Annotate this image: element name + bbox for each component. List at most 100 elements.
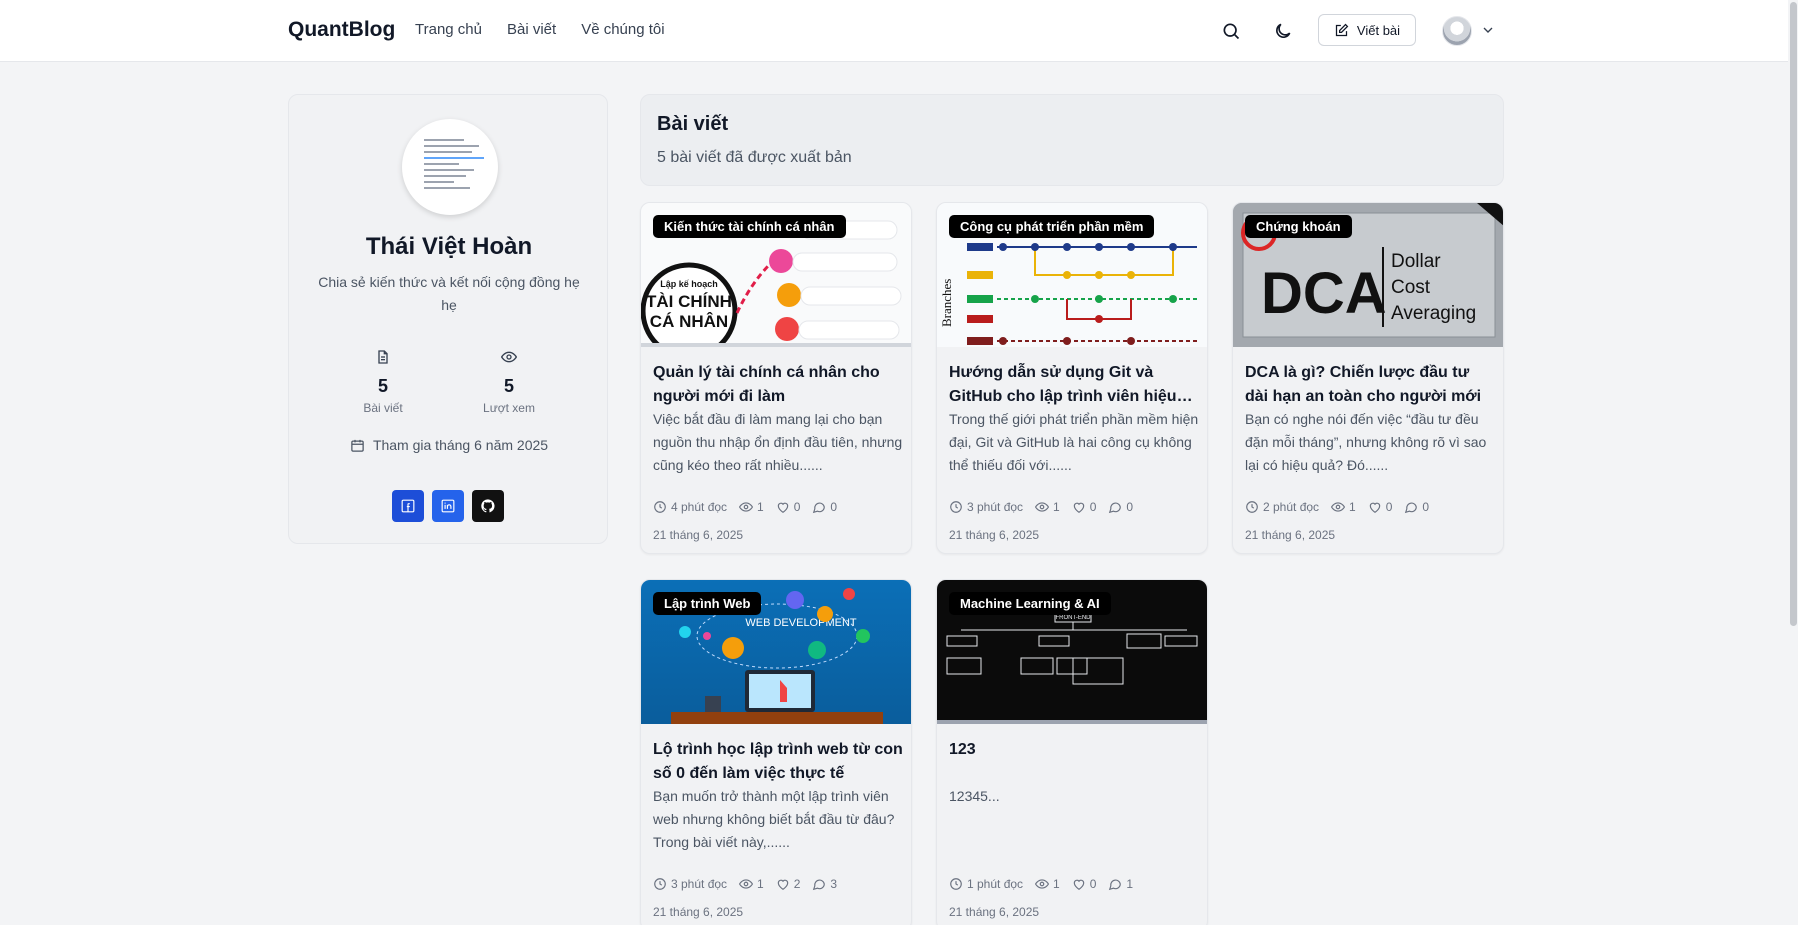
clock-icon <box>654 878 666 890</box>
post-meta: 4 phút đọc 1 0 0 <box>653 500 849 514</box>
posts-title: Bài viết <box>657 113 729 135</box>
heart-icon <box>1369 502 1380 513</box>
category-badge[interactable]: Công cụ phát triển phần mềm <box>949 215 1155 238</box>
main-nav: Trang chủ Bài viết Về chúng tôi <box>415 21 690 38</box>
github-icon[interactable] <box>472 490 504 522</box>
user-avatar[interactable] <box>1442 16 1472 46</box>
post-title[interactable]: DCA là gì? Chiến lược đầu tư dài hạn an … <box>1245 361 1495 409</box>
eye-icon <box>739 502 754 512</box>
like-count[interactable]: 0 <box>776 500 801 514</box>
eye-icon <box>1035 879 1050 889</box>
post-date: 21 tháng 6, 2025 <box>653 528 744 542</box>
post-excerpt: Việc bắt đầu đi làm mang lại cho bạn ngu… <box>653 411 903 473</box>
post-thumbnail[interactable]: DCA Dollar Cost Averaging Chứng khoán <box>1233 203 1503 347</box>
read-time-text: 4 phút đọc <box>671 500 728 514</box>
post-title[interactable]: Quản lý tài chính cá nhân cho người mới … <box>653 361 903 409</box>
post-card[interactable]: DCA Dollar Cost Averaging Chứng khoán DC… <box>1232 202 1504 554</box>
stat-views: 5 Lượt xem <box>449 349 569 415</box>
post-date: 21 tháng 6, 2025 <box>949 905 1040 919</box>
moon-icon[interactable] <box>1270 18 1296 44</box>
post-excerpt: 12345... <box>949 788 1000 804</box>
comment-count[interactable]: 3 <box>812 877 837 891</box>
view-count-text: 1 <box>1053 500 1060 514</box>
comment-count[interactable]: 0 <box>812 500 837 514</box>
profile-avatar <box>402 119 498 215</box>
like-count[interactable]: 0 <box>1072 500 1096 514</box>
clock-icon <box>950 878 962 890</box>
logo[interactable]: QuantBlog <box>288 18 395 42</box>
post-title[interactable]: Lộ trình học lập trình web từ con số 0 đ… <box>653 738 903 786</box>
post-card[interactable]: Lập kế hoạch TÀI CHÍNH CÁ NHÂN Kiến thức… <box>640 202 912 554</box>
svg-text:CÁ NHÂN: CÁ NHÂN <box>650 312 728 331</box>
comment-icon <box>813 879 826 891</box>
comment-count[interactable]: 0 <box>1404 500 1429 514</box>
post-title[interactable]: Hướng dẫn sử dụng Git và GitHub cho lập … <box>949 361 1199 409</box>
posts-subtitle: 5 bài viết đã được xuất bản <box>657 149 852 166</box>
post-meta: 1 phút đọc 1 0 1 <box>949 877 1145 891</box>
post-card[interactable]: FRONT-END Machine Learning & AI 123 1234… <box>936 579 1208 925</box>
read-time: 1 phút đọc <box>949 877 1023 891</box>
stat-posts-value: 5 <box>377 376 388 396</box>
page-scrollbar[interactable] <box>1788 0 1798 925</box>
joined-date: Tham gia tháng 6 năm 2025 <box>289 437 609 453</box>
heart-icon <box>777 879 788 890</box>
nav-home[interactable]: Trang chủ <box>415 21 482 38</box>
post-card[interactable]: WEB DEVELOPMENT Lập trình Web Lộ trình h… <box>640 579 912 925</box>
like-count[interactable]: 0 <box>1368 500 1392 514</box>
category-badge[interactable]: Kiến thức tài chính cá nhân <box>653 215 846 238</box>
post-card[interactable]: Branches Công cụ phát triển phần mềm Hướ… <box>936 202 1208 554</box>
thumb-cost-text: Cost <box>1391 277 1431 298</box>
category-badge[interactable]: Chứng khoán <box>1245 215 1352 238</box>
post-thumbnail[interactable]: FRONT-END Machine Learning & AI <box>937 580 1207 724</box>
top-header: QuantBlog Trang chủ Bài viết Về chúng tô… <box>0 0 1798 62</box>
comment-count-text: 0 <box>1126 500 1134 514</box>
view-count-text: 1 <box>1053 877 1060 891</box>
like-count[interactable]: 2 <box>776 877 800 891</box>
stat-views-label: Lượt xem <box>483 401 535 415</box>
like-count-text: 0 <box>793 500 801 514</box>
post-title[interactable]: 123 <box>949 738 1199 762</box>
thumb-frontend-text: FRONT-END <box>1056 615 1092 621</box>
comment-count-text: 0 <box>1422 500 1430 514</box>
nav-posts[interactable]: Bài viết <box>507 21 556 38</box>
post-thumbnail[interactable]: Lập kế hoạch TÀI CHÍNH CÁ NHÂN Kiến thức… <box>641 203 911 347</box>
read-time-text: 2 phút đọc <box>1263 500 1320 514</box>
read-time: 4 phút đọc <box>653 500 727 514</box>
like-count[interactable]: 0 <box>1072 877 1097 891</box>
search-icon[interactable] <box>1218 18 1244 44</box>
write-post-button[interactable]: Viết bài <box>1318 14 1416 46</box>
comment-icon <box>1405 502 1418 514</box>
svg-text:TÀI CHÍNH: TÀI CHÍNH <box>646 292 732 311</box>
thumb-web-text: WEB DEVELOPMENT <box>745 617 857 629</box>
comment-icon <box>813 502 826 514</box>
read-time-text: 3 phút đọc <box>671 877 728 891</box>
post-thumbnail[interactable]: Branches Công cụ phát triển phần mềm <box>937 203 1207 347</box>
chevron-down-icon[interactable] <box>1480 22 1496 43</box>
thumb-plan-text: Lập kế hoạch <box>660 279 718 289</box>
heart-icon <box>777 502 788 513</box>
read-time-text: 3 phút đọc <box>967 500 1024 514</box>
clock-icon <box>654 501 666 513</box>
view-count: 1 <box>1035 500 1060 514</box>
view-count-text: 1 <box>1349 500 1356 514</box>
post-date: 21 tháng 6, 2025 <box>1245 528 1336 542</box>
post-excerpt: Trong thế giới phát triển phần mềm hiện … <box>949 411 1199 473</box>
comment-count[interactable]: 0 <box>1108 500 1133 514</box>
like-count-text: 0 <box>1089 877 1097 891</box>
scrollbar-thumb[interactable] <box>1790 2 1797 626</box>
comment-count[interactable]: 1 <box>1108 877 1133 891</box>
category-badge[interactable]: Machine Learning & AI <box>949 592 1111 615</box>
post-meta: 3 phút đọc 1 0 0 <box>949 500 1145 514</box>
view-count: 1 <box>1035 877 1060 891</box>
heart-icon <box>1073 879 1084 890</box>
facebook-icon[interactable] <box>392 490 424 522</box>
post-thumbnail[interactable]: WEB DEVELOPMENT Lập trình Web <box>641 580 911 724</box>
nav-about[interactable]: Về chúng tôi <box>581 21 664 38</box>
linkedin-icon[interactable] <box>432 490 464 522</box>
comment-count-text: 3 <box>830 877 838 891</box>
posts-header: Bài viết 5 bài viết đã được xuất bản <box>640 94 1504 186</box>
post-date: 21 tháng 6, 2025 <box>949 528 1040 542</box>
profile-card: Thái Việt Hoàn Chia sẻ kiến thức và kết … <box>288 94 608 544</box>
category-badge[interactable]: Lập trình Web <box>653 592 762 615</box>
joined-text: Tham gia tháng 6 năm 2025 <box>372 437 549 453</box>
